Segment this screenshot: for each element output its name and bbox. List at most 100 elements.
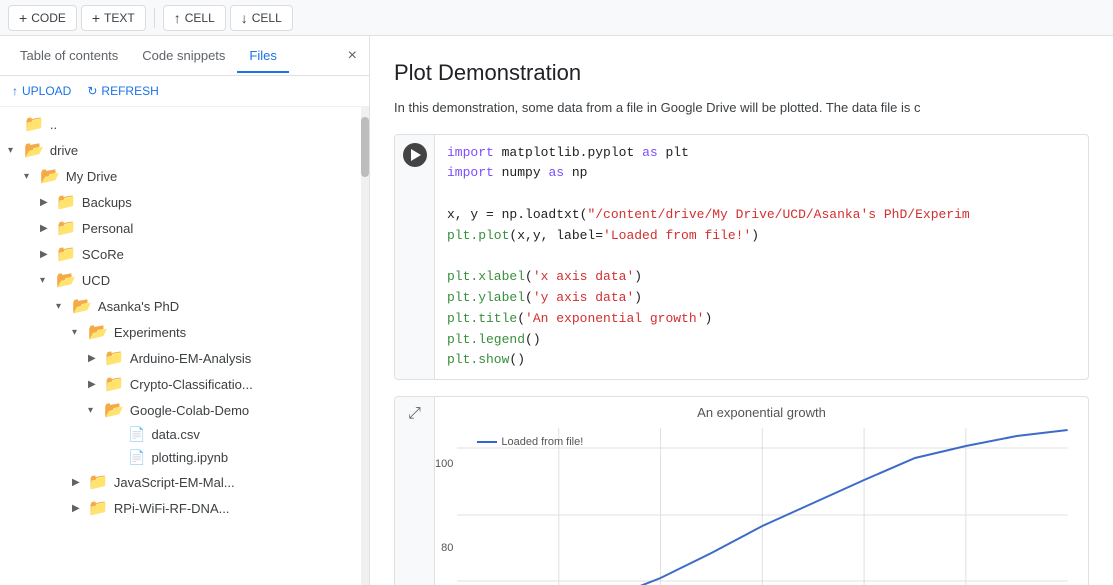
tree-item-javascript-em[interactable]: ▶ 📁 JavaScript-EM-Mal... [0,469,369,495]
code-line-7: plt.xlabel('x axis data') [447,267,1076,288]
tree-item-label: JavaScript-EM-Mal... [114,475,235,490]
folder-icon: 📁 [56,192,76,212]
code-line-11: plt.show() [447,350,1076,371]
tree-item-asankas-phd[interactable]: ▾ 📂 Asanka's PhD [0,293,369,319]
chart-output: An exponential growth 100 80 60 Loaded f… [435,397,1088,585]
y-tick-100: 100 [435,458,453,470]
tree-item-drive[interactable]: ▾ 📂 drive [0,137,369,163]
folder-icon: 📁 [56,218,76,238]
expand-icon: ▶ [40,249,56,260]
play-button[interactable] [403,143,427,167]
tree-item-experiments[interactable]: ▾ 📂 Experiments [0,319,369,345]
tab-files[interactable]: Files [237,40,288,73]
tree-item-label: Arduino-EM-Analysis [130,351,251,366]
folder-icon: 📂 [104,400,124,420]
folder-icon: 📂 [88,322,108,342]
file-tree: 📁 .. ▾ 📂 drive ▾ 📂 My Drive ▶ 📁 Backups [0,107,369,585]
arrow-down-icon: ↓ [241,10,248,26]
notebook-description: In this demonstration, some data from a … [394,98,1089,118]
notebook-content: Plot Demonstration In this demonstration… [370,36,1113,585]
toolbar: + CODE + TEXT ↑ CELL ↓ CELL [0,0,1113,36]
folder-icon: 📁 [88,498,108,518]
expand-icon: ▾ [40,275,56,286]
close-sidebar-button[interactable]: × [344,43,361,69]
plus-icon-text: + [92,10,100,26]
expand-icon: ▶ [40,197,56,208]
add-text-button[interactable]: + TEXT [81,5,146,31]
y-tick-80: 80 [441,542,453,554]
folder-icon: 📂 [72,296,92,316]
add-code-button[interactable]: + CODE [8,5,77,31]
chart-svg-container: Loaded from file! [457,428,1068,585]
tree-item-google-colab-demo[interactable]: ▾ 📂 Google-Colab-Demo [0,397,369,423]
tree-item-label: UCD [82,273,110,288]
cell-down-label: CELL [252,11,282,25]
folder-icon: 📂 [40,166,60,186]
cell-down-button[interactable]: ↓ CELL [230,5,293,31]
sidebar: Table of contents Code snippets Files × … [0,36,370,585]
expand-icon: ▶ [40,223,56,234]
code-editor[interactable]: import matplotlib.pyplot as plt import n… [435,135,1088,380]
tab-code-snippets[interactable]: Code snippets [130,40,237,73]
chart-container: An exponential growth 100 80 60 Loaded f… [435,397,1088,585]
play-icon [411,149,421,161]
expand-icon: ▶ [88,353,104,364]
folder-icon: 📁 [88,472,108,492]
cell-up-label: CELL [185,11,215,25]
tree-item-plotting-ipynb[interactable]: 📄 plotting.ipynb [0,446,369,469]
keyword-as2: as [548,165,564,180]
expand-icon: ▾ [56,301,72,312]
sidebar-actions: ↑ UPLOAD ↻ REFRESH [0,76,369,107]
expand-icon: ▶ [72,477,88,488]
tree-item-rpi-wifi[interactable]: ▶ 📁 RPi-WiFi-RF-DNA... [0,495,369,521]
tree-item-crypto[interactable]: ▶ 📁 Crypto-Classificatio... [0,371,369,397]
file-icon: 📄 [128,426,145,443]
folder-icon: 📁 [56,244,76,264]
folder-icon: 📂 [24,140,44,160]
run-cell-button[interactable] [395,135,435,380]
tree-item-label: RPi-WiFi-RF-DNA... [114,501,230,516]
folder-icon: 📁 [24,114,44,134]
upload-icon: ↑ [12,84,18,98]
tree-item-score[interactable]: ▶ 📁 SCoRe [0,241,369,267]
scroll-thumb[interactable] [361,117,369,177]
tree-item-label: Google-Colab-Demo [130,403,249,418]
expand-icon: ▾ [72,327,88,338]
scrollbar[interactable] [361,107,369,585]
tree-item-ucd[interactable]: ▾ 📂 UCD [0,267,369,293]
tree-item-data-csv[interactable]: 📄 data.csv [0,423,369,446]
code-line-3 [447,184,1076,205]
keyword-import: import [447,145,494,160]
tree-item-label: Asanka's PhD [98,299,179,314]
cell-up-button[interactable]: ↑ CELL [163,5,226,31]
chart-area: 100 80 60 Loaded from file! [435,428,1088,585]
tree-item-backups[interactable]: ▶ 📁 Backups [0,189,369,215]
text-button-label: TEXT [104,11,135,25]
tree-item-my-drive[interactable]: ▾ 📂 My Drive [0,163,369,189]
code-line-6 [447,246,1076,267]
expand-icon: ▾ [88,405,104,416]
tree-item-label: .. [50,117,57,132]
code-line-8: plt.ylabel('y axis data') [447,288,1076,309]
tree-item-arduino-em[interactable]: ▶ 📁 Arduino-EM-Analysis [0,345,369,371]
upload-button[interactable]: ↑ UPLOAD [12,84,71,98]
refresh-button[interactable]: ↻ REFRESH [87,84,158,98]
toolbar-separator [154,8,155,28]
tree-item-label: plotting.ipynb [151,450,228,465]
keyword-as: as [642,145,658,160]
tree-item-dotdot[interactable]: 📁 .. [0,111,369,137]
refresh-icon: ↻ [87,84,97,98]
code-line-4: x, y = np.loadtxt("/content/drive/My Dri… [447,205,1076,226]
output-cell: ⤢ An exponential growth 100 80 60 [394,396,1089,585]
chart-title: An exponential growth [435,405,1088,420]
arrow-up-icon: ↑ [174,10,181,26]
tab-table-of-contents[interactable]: Table of contents [8,40,130,73]
tree-item-label: Crypto-Classificatio... [130,377,253,392]
chart-legend: Loaded from file! [477,436,583,448]
code-line-1: import matplotlib.pyplot as plt [447,143,1076,164]
tree-item-personal[interactable]: ▶ 📁 Personal [0,215,369,241]
code-line-5: plt.plot(x,y, label='Loaded from file!') [447,226,1076,247]
tree-item-label: SCoRe [82,247,124,262]
plus-icon: + [19,10,27,26]
code-button-label: CODE [31,11,66,25]
